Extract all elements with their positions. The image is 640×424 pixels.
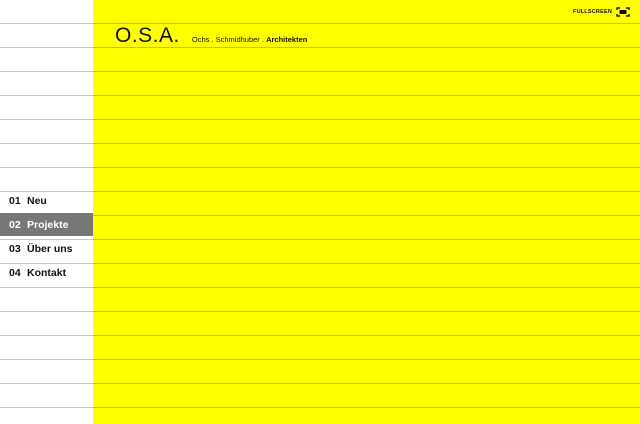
nav-item-label: Über uns (27, 242, 73, 255)
page: 01 Neu 02 Projekte 03 Über uns 04 Kontak… (0, 0, 640, 424)
main-content: O.S.A. Ochs . Schmidhuber . Architekten … (93, 0, 640, 424)
nav-item-label: Projekte (27, 218, 69, 231)
nav-item-number: 02 (9, 218, 21, 231)
logo-subtitle-plain: Ochs . Schmidhuber . (191, 35, 267, 44)
nav-item-ueber-uns[interactable]: 03 Über uns (0, 237, 93, 260)
logo-subtitle-bold: Architekten (266, 35, 308, 44)
nav-item-label: Neu (27, 194, 47, 207)
nav-item-kontakt[interactable]: 04 Kontakt (0, 261, 93, 284)
nav-item-projekte[interactable]: 02 Projekte (0, 213, 93, 236)
nav-item-number: 04 (9, 266, 21, 279)
fullscreen-label: FULLSCREEN (573, 9, 612, 15)
nav-item-number: 01 (9, 194, 21, 207)
logo-subtitle: Ochs . Schmidhuber . Architekten (192, 35, 307, 44)
fullscreen-button[interactable]: FULLSCREEN (573, 7, 630, 17)
sidebar: 01 Neu 02 Projekte 03 Über uns 04 Kontak… (0, 0, 93, 424)
fullscreen-icon (616, 7, 630, 17)
logo-mark: O.S.A. (115, 24, 180, 47)
nav-item-number: 03 (9, 242, 21, 255)
brand-logo[interactable]: O.S.A. Ochs . Schmidhuber . Architekten (115, 24, 307, 48)
nav-item-label: Kontakt (27, 266, 67, 279)
nav-item-neu[interactable]: 01 Neu (0, 189, 93, 212)
main-nav: 01 Neu 02 Projekte 03 Über uns 04 Kontak… (0, 189, 93, 285)
